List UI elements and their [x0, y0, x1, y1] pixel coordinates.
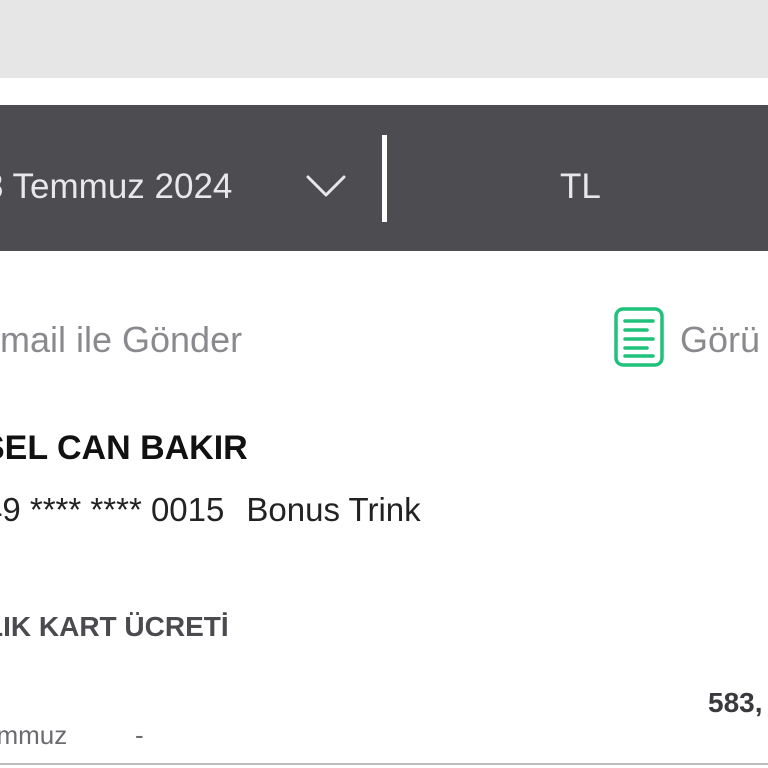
top-spacer — [0, 78, 768, 105]
currency-selector-value: TL — [560, 167, 601, 206]
transaction-date: emmuz — [0, 720, 68, 750]
section-title: LIK KART ÜCRETİ — [0, 611, 229, 642]
filter-bar: 8 Temmuz 2024 TL — [0, 105, 768, 251]
transaction-amount: 583, — [708, 687, 763, 718]
chevron-down-icon — [306, 175, 346, 197]
date-selector-value: 8 Temmuz 2024 — [0, 167, 233, 206]
view-statement-label: Görü — [680, 319, 761, 360]
date-selector[interactable]: 8 Temmuz 2024 — [0, 105, 370, 251]
top-status-strip — [0, 0, 768, 78]
transaction-installment: - — [135, 720, 144, 750]
card-number: 49 **** **** 0015 — [0, 491, 225, 528]
action-row: -mail ile Gönder Görü — [0, 251, 768, 386]
card-info-line: 49 **** **** 0015 Bonus Trink — [0, 490, 421, 530]
transaction-row[interactable]: r emmuz - 583, — [0, 668, 768, 764]
card-holder-name: SEL CAN BAKIR — [0, 429, 248, 467]
filter-divider — [382, 135, 387, 222]
email-send-button[interactable]: -mail ile Gönder — [0, 319, 242, 361]
statement-screen: 8 Temmuz 2024 TL -mail ile Gönder Görü S… — [0, 0, 768, 768]
view-statement-button[interactable]: Görü — [613, 306, 768, 370]
currency-selector[interactable]: TL — [390, 105, 768, 251]
card-name: Bonus Trink — [246, 491, 421, 528]
document-icon — [614, 307, 664, 367]
row-divider — [0, 763, 768, 765]
